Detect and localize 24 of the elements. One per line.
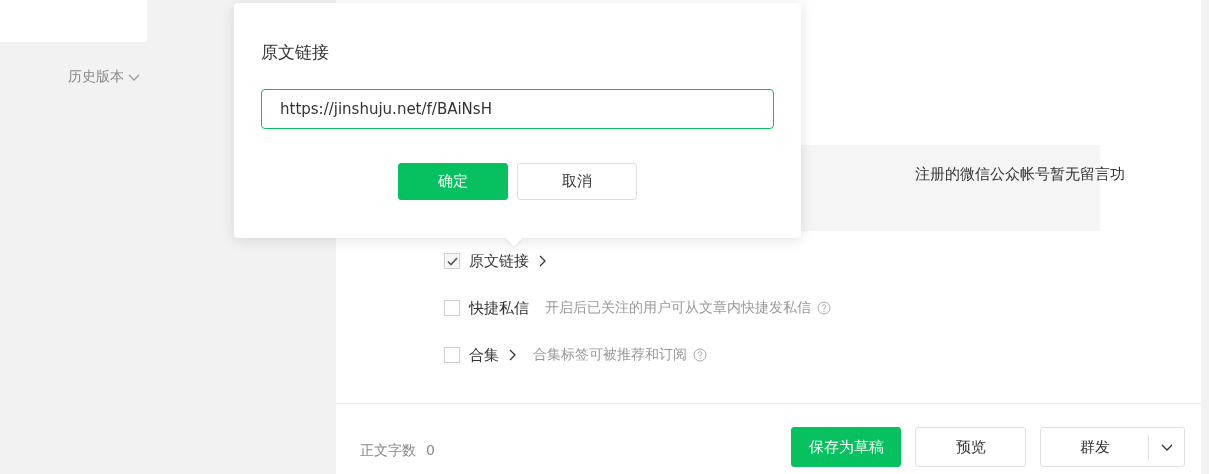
dialog-title: 原文链接 [261, 41, 330, 64]
help-icon [693, 348, 707, 362]
checkbox[interactable] [444, 253, 460, 269]
checkbox[interactable] [444, 300, 460, 316]
cancel-button[interactable]: 取消 [517, 163, 637, 200]
caret-icon [1160, 442, 1173, 452]
option-label[interactable]: 合集 [469, 345, 499, 365]
send-button[interactable]: 群发 [1041, 437, 1148, 457]
word-count-label: 正文字数 [360, 442, 416, 461]
help-icon [817, 301, 831, 315]
preview-button[interactable]: 预览 [915, 427, 1026, 468]
url-input[interactable]: https://jinshuju.net/f/BAiNsH [261, 89, 774, 129]
checkmark-icon [446, 256, 458, 266]
option-label[interactable]: 原文链接 [469, 251, 529, 271]
chevron-down-icon [128, 72, 140, 82]
word-count: 0 [426, 442, 435, 461]
notice-text: 注册的微信公众帐号暂无留言功 [915, 165, 1125, 184]
chevron-right-icon [538, 255, 547, 267]
option-hint: 合集标签可被推荐和订阅 [533, 346, 687, 364]
checkbox[interactable] [444, 347, 460, 363]
chevron-right-icon [508, 349, 517, 361]
send-split-button[interactable]: 群发 [1040, 427, 1185, 468]
option-hint: 开启后已关注的用户可从文章内快捷发私信 [545, 299, 811, 317]
option-label[interactable]: 快捷私信 [469, 298, 529, 318]
